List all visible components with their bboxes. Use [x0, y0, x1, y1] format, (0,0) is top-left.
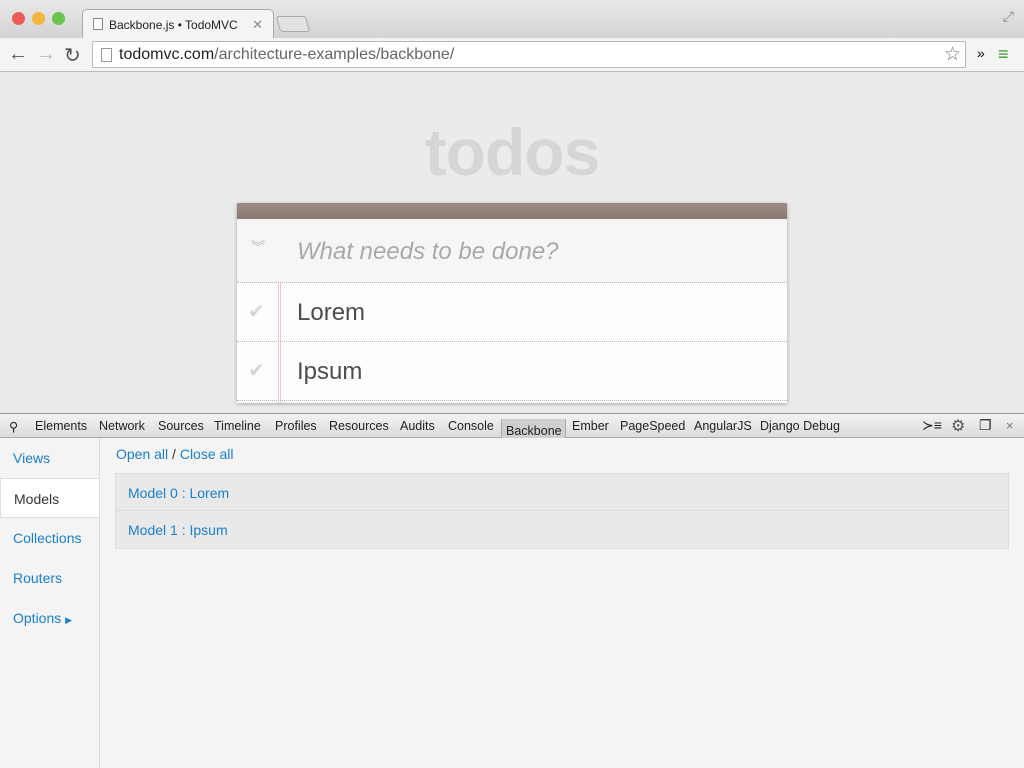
tab-sources[interactable]: Sources	[158, 419, 204, 433]
open-close-links: Open all / Close all	[116, 446, 234, 462]
fullscreen-icon[interactable]: ⤢	[1003, 8, 1014, 25]
web-page: todos ︾ What needs to be done? ✔ Lorem ✔ I…	[0, 72, 1024, 413]
search-icon[interactable]: ⚲	[9, 419, 18, 434]
title-bar: Backbone.js • TodoMVC ✕ ⤢	[0, 0, 1024, 39]
separator: /	[172, 446, 176, 462]
new-todo-input[interactable]: What needs to be done?	[297, 238, 559, 266]
page-icon	[93, 18, 103, 30]
model-item[interactable]: Model 1 : Ipsum	[116, 511, 1008, 548]
backbone-sidebar: Views Models Collections Routers Options…	[0, 438, 100, 768]
close-devtools-icon[interactable]: ×	[1006, 419, 1013, 433]
browser-tab[interactable]: Backbone.js • TodoMVC ✕	[82, 9, 274, 39]
sidebar-item-options[interactable]: Options ▶	[0, 598, 99, 638]
tab-ember[interactable]: Ember	[572, 419, 609, 433]
options-label: Options	[13, 610, 62, 626]
tab-resources[interactable]: Resources	[329, 419, 389, 433]
model-item[interactable]: Model 0 : Lorem	[116, 474, 1008, 511]
backbone-main: Open all / Close all Model 0 : Lorem Mod…	[100, 438, 1024, 768]
sidebar-item-views[interactable]: Views	[0, 438, 99, 478]
toggle-all-icon[interactable]: ︾	[251, 237, 265, 257]
app-header-bar	[237, 203, 787, 219]
devtools-toolbar: ⚲ Elements Network Sources Timeline Prof…	[0, 413, 1024, 443]
tab-network[interactable]: Network	[99, 419, 145, 433]
url-path: /architecture-examples/backbone/	[214, 46, 455, 63]
tab-console[interactable]: Console	[448, 419, 494, 433]
close-window-button[interactable]	[12, 12, 25, 25]
caret-right-icon: ▶	[65, 615, 73, 625]
tab-title: Backbone.js • TodoMVC	[109, 18, 238, 32]
url-host: todomvc.com	[119, 46, 215, 63]
app-title: todos	[424, 115, 601, 189]
checkmark-icon[interactable]: ✔	[248, 358, 265, 383]
zoom-window-button[interactable]	[52, 12, 65, 25]
tab-angularjs[interactable]: AngularJS	[694, 419, 752, 433]
close-all-link[interactable]: Close all	[180, 446, 234, 462]
minimize-window-button[interactable]	[32, 12, 45, 25]
sidebar-item-models[interactable]: Models	[0, 478, 99, 518]
new-tab-button[interactable]	[275, 16, 311, 32]
tab-timeline[interactable]: Timeline	[214, 419, 261, 433]
open-all-link[interactable]: Open all	[116, 446, 168, 462]
todo-app: ︾ What needs to be done? ✔ Lorem ✔ Ipsum	[237, 203, 787, 403]
address-bar[interactable]: todomvc.com/architecture-examples/backbo…	[92, 41, 966, 68]
tab-pagespeed[interactable]: PageSpeed	[620, 419, 685, 433]
menu-icon[interactable]: ≡	[998, 44, 1009, 65]
new-todo-row: ︾ What needs to be done?	[237, 219, 787, 283]
tab-elements[interactable]: Elements	[35, 419, 87, 433]
dock-icon[interactable]: ❐	[979, 417, 992, 434]
tab-profiles[interactable]: Profiles	[275, 419, 317, 433]
browser-toolbar: ← → ↻ todomvc.com/architecture-examples/…	[0, 38, 1024, 72]
sidebar-item-routers[interactable]: Routers	[0, 558, 99, 598]
todo-label[interactable]: Ipsum	[297, 358, 362, 386]
gear-icon[interactable]: ⚙	[951, 416, 965, 436]
page-icon	[101, 48, 112, 62]
forward-button[interactable]: →	[36, 43, 56, 66]
back-button[interactable]: ←	[8, 43, 28, 66]
todo-label[interactable]: Lorem	[297, 299, 365, 327]
reload-button[interactable]: ↻	[64, 43, 81, 68]
close-tab-icon[interactable]: ✕	[252, 17, 263, 33]
bookmark-star-icon[interactable]: ☆	[944, 43, 961, 66]
todo-item: ✔ Lorem	[237, 283, 787, 342]
extensions-overflow-icon[interactable]: »	[977, 45, 985, 61]
sidebar-item-collections[interactable]: Collections	[0, 518, 99, 558]
todo-item: ✔ Ipsum	[237, 342, 787, 401]
tab-django-debug[interactable]: Django Debug	[760, 419, 840, 433]
checkmark-icon[interactable]: ✔	[248, 299, 265, 324]
models-list: Model 0 : Lorem Model 1 : Ipsum	[115, 473, 1009, 549]
tab-audits[interactable]: Audits	[400, 419, 435, 433]
console-drawer-icon[interactable]: ≻≡	[922, 417, 942, 434]
